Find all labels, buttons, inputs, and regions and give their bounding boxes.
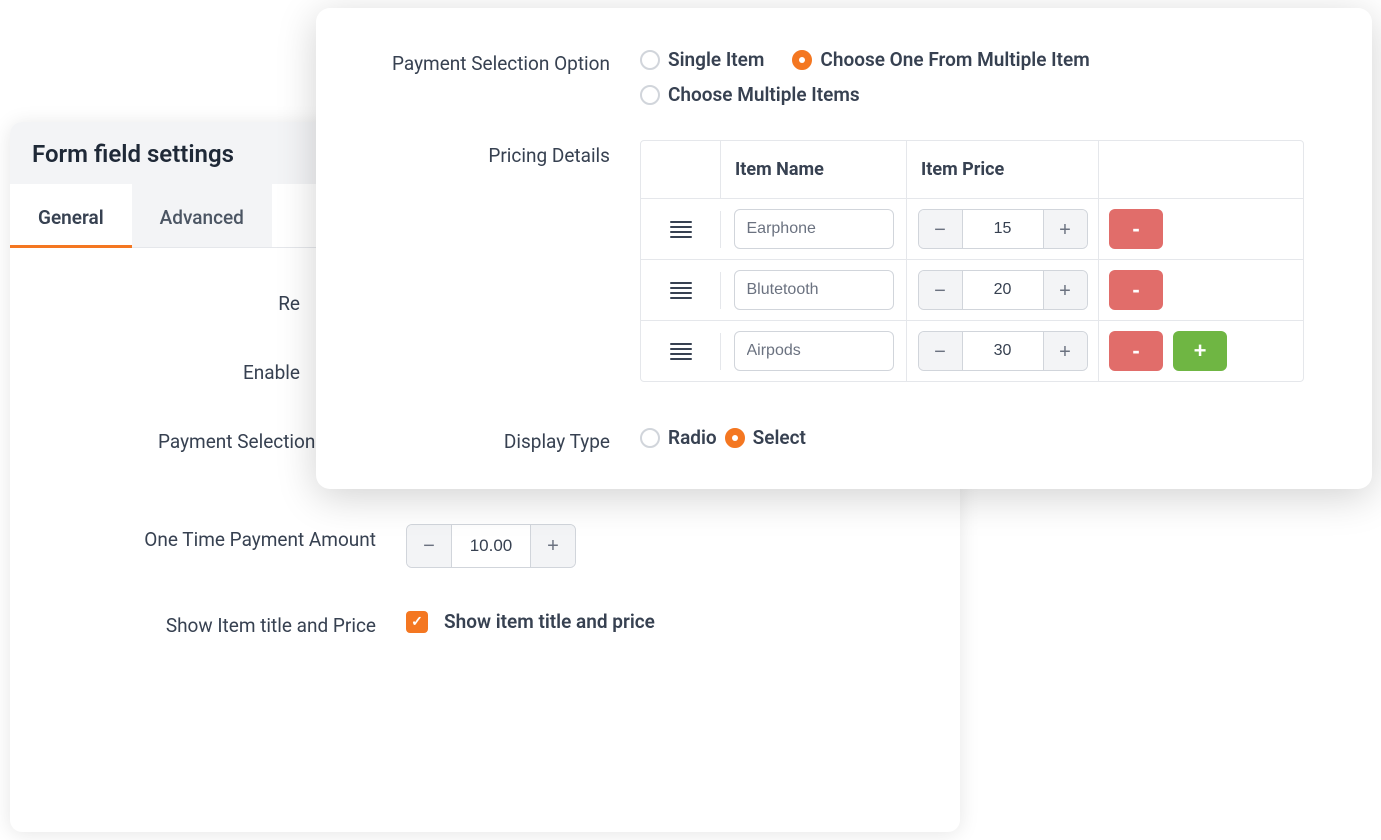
pricing-table-header: Item Name Item Price <box>641 141 1303 199</box>
drag-handle-icon[interactable] <box>670 221 692 238</box>
pricing-details-panel: Payment Selection Option Single Item Cho… <box>316 8 1372 489</box>
show-title-price-checkbox[interactable]: ✓ <box>406 611 428 633</box>
pricing-details-row: Pricing Details Item Name Item Price <box>354 140 1334 382</box>
price-cell: − + <box>907 260 1099 320</box>
one-time-payment-content: − + <box>406 524 576 568</box>
item-name-input[interactable] <box>734 270 894 310</box>
name-cell <box>721 260 907 320</box>
radio-choose-one-front[interactable] <box>792 50 812 70</box>
price-cell: − + <box>907 321 1099 381</box>
pricing-details-content: Item Name Item Price <box>640 140 1334 382</box>
item-price-input[interactable] <box>962 271 1044 309</box>
add-row-button[interactable]: + <box>1173 331 1227 371</box>
pricing-row: − + - <box>641 199 1303 260</box>
show-title-price-row: Show Item title and Price ✓ Show item ti… <box>40 610 930 637</box>
item-name-input[interactable] <box>734 209 894 249</box>
one-time-payment-input[interactable] <box>451 525 531 567</box>
price-increment[interactable]: + <box>1044 210 1087 249</box>
item-price-stepper: − + <box>918 331 1088 371</box>
name-cell <box>721 321 907 381</box>
header-name: Item Name <box>721 141 907 198</box>
drag-handle-icon[interactable] <box>670 282 692 299</box>
radio-group-choose-one-front[interactable]: Choose One From Multiple Item <box>792 48 1089 71</box>
radio-group-single-front[interactable]: Single Item <box>640 48 764 71</box>
radio-group-choose-multiple-front[interactable]: Choose Multiple Items <box>640 83 1324 106</box>
price-cell: − + <box>907 199 1099 259</box>
tab-advanced[interactable]: Advanced <box>132 184 272 247</box>
item-price-stepper: − + <box>918 209 1088 249</box>
radio-single-label-front: Single Item <box>668 48 764 71</box>
price-decrement[interactable]: − <box>919 210 962 249</box>
header-drag-col <box>641 141 721 198</box>
pricing-row: − + - + <box>641 321 1303 381</box>
radio-single-front[interactable] <box>640 50 660 70</box>
actions-cell: - <box>1099 260 1303 320</box>
pricing-row: − + - <box>641 260 1303 321</box>
header-actions <box>1099 141 1303 198</box>
radio-group-radio[interactable]: Radio <box>640 426 717 449</box>
payment-selection-row-front: Payment Selection Option Single Item Cho… <box>354 48 1334 106</box>
enable-label-partial: Enable <box>40 357 330 384</box>
one-time-payment-row: One Time Payment Amount − + <box>40 524 930 568</box>
display-type-row: Display Type Radio Select <box>354 426 1334 453</box>
price-decrement[interactable]: − <box>919 271 962 310</box>
remove-row-button[interactable]: - <box>1109 270 1163 310</box>
radio-display-select[interactable] <box>725 428 745 448</box>
display-type-label: Display Type <box>354 426 640 453</box>
price-decrement[interactable]: − <box>919 332 962 371</box>
actions-cell: - <box>1099 199 1303 259</box>
name-cell <box>721 199 907 259</box>
show-title-price-label: Show Item title and Price <box>40 610 406 637</box>
display-type-content: Radio Select <box>640 426 1334 449</box>
radio-choose-multiple-front[interactable] <box>640 85 660 105</box>
radio-choose-one-label-front: Choose One From Multiple Item <box>820 48 1089 71</box>
show-title-price-cb-label: Show item title and price <box>444 610 655 633</box>
item-price-stepper: − + <box>918 270 1088 310</box>
required-label-partial: Re <box>40 288 330 315</box>
actions-cell: - + <box>1099 321 1303 381</box>
one-time-payment-stepper: − + <box>406 524 576 568</box>
price-increment[interactable]: + <box>1044 271 1087 310</box>
drag-cell <box>641 333 721 370</box>
one-time-payment-label: One Time Payment Amount <box>40 524 406 551</box>
payment-selection-content-front: Single Item Choose One From Multiple Ite… <box>640 48 1334 106</box>
radio-group-select[interactable]: Select <box>725 426 806 449</box>
drag-cell <box>641 211 721 248</box>
radio-display-radio-label: Radio <box>668 426 717 449</box>
radio-display-radio[interactable] <box>640 428 660 448</box>
price-increment[interactable]: + <box>1044 332 1087 371</box>
drag-handle-icon[interactable] <box>670 343 692 360</box>
remove-row-button[interactable]: - <box>1109 331 1163 371</box>
payment-selection-label-front: Payment Selection Option <box>354 48 640 75</box>
pricing-table: Item Name Item Price <box>640 140 1304 382</box>
check-icon: ✓ <box>411 614 423 630</box>
item-price-input[interactable] <box>962 210 1044 248</box>
show-title-price-content: ✓ Show item title and price <box>406 610 655 633</box>
header-price: Item Price <box>907 141 1099 198</box>
radio-choose-multiple-label-front: Choose Multiple Items <box>668 83 860 106</box>
one-time-payment-decrement[interactable]: − <box>407 525 451 567</box>
one-time-payment-increment[interactable]: + <box>531 525 575 567</box>
item-price-input[interactable] <box>962 332 1044 370</box>
radio-display-select-label: Select <box>753 426 806 449</box>
pricing-details-label: Pricing Details <box>354 140 640 167</box>
item-name-input[interactable] <box>734 331 894 371</box>
drag-cell <box>641 272 721 309</box>
remove-row-button[interactable]: - <box>1109 209 1163 249</box>
tab-general[interactable]: General <box>10 184 132 247</box>
